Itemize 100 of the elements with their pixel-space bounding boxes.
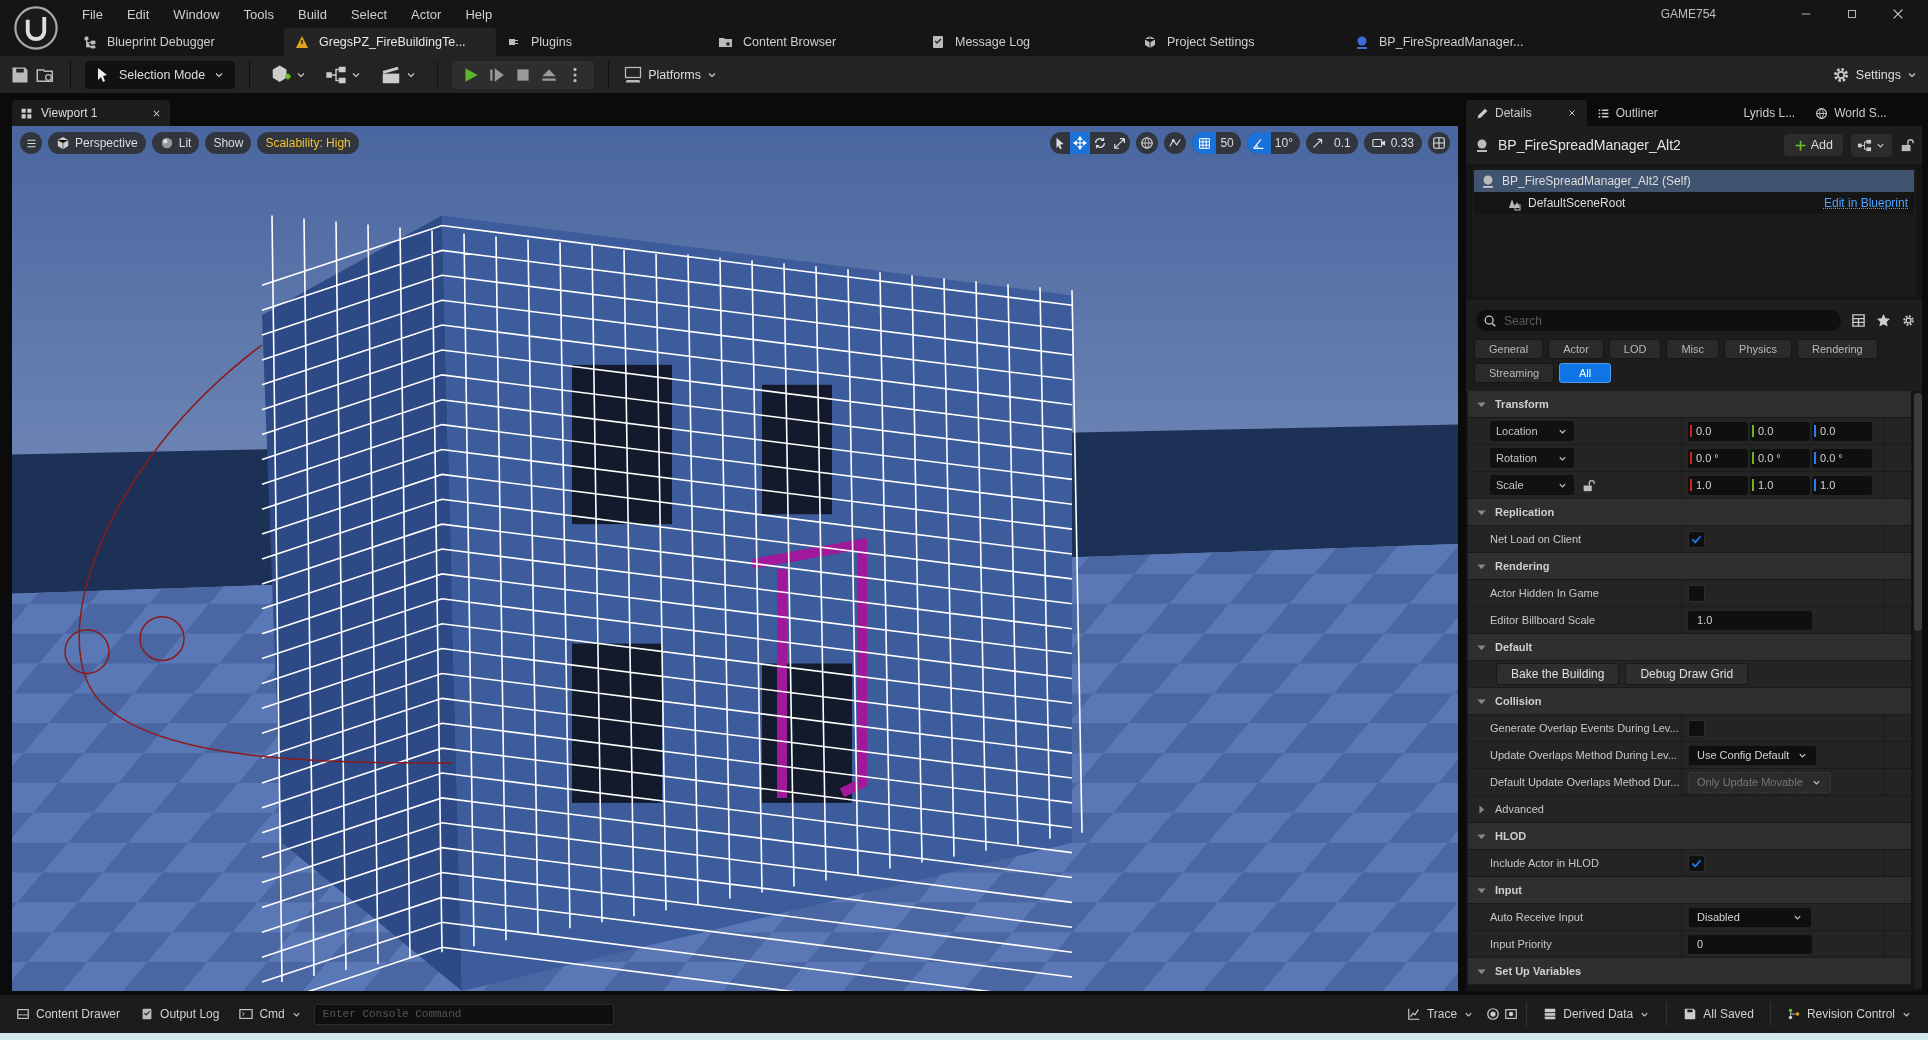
viewport-tab[interactable]: Viewport 1 [12, 100, 170, 126]
menu-item[interactable]: Help [455, 2, 503, 26]
terminal-icon [239, 1007, 254, 1021]
add-button[interactable]: Add [1783, 134, 1843, 156]
view-mode-button[interactable]: Perspective [48, 132, 146, 154]
number-field[interactable]: 0.0 ° [1750, 448, 1810, 468]
logo[interactable] [14, 6, 58, 50]
section-header[interactable]: Set Up Variables [1468, 958, 1911, 985]
number-field[interactable]: 0.0 [1812, 421, 1872, 441]
document-tab[interactable]: Blueprint Debugger [72, 28, 284, 56]
save-status-button[interactable]: All Saved [1675, 1007, 1762, 1021]
property-label: Actor Hidden In Game [1490, 587, 1599, 599]
scrollbar[interactable] [1914, 393, 1922, 989]
number-field[interactable]: 0.0 ° [1688, 448, 1748, 468]
property-label: Input Priority [1490, 938, 1552, 950]
filter-button[interactable]: General [1474, 339, 1544, 359]
dropdown[interactable]: Use Config Default [1688, 744, 1818, 766]
number-field[interactable]: 0.0 [1688, 421, 1748, 441]
revision-control-dropdown[interactable]: Revision Control [1778, 1007, 1920, 1021]
section-header[interactable]: Default [1468, 634, 1911, 661]
node-graph-icon [1857, 137, 1872, 153]
section-header[interactable]: HLOD [1468, 823, 1911, 850]
filter-button[interactable]: LOD [1608, 339, 1662, 359]
platforms-button[interactable]: Platforms [623, 64, 718, 85]
edit-in-blueprint-link[interactable]: Edit in Blueprint [1823, 196, 1908, 210]
lit-button[interactable]: Lit [151, 132, 200, 154]
section-header[interactable]: Transform [1468, 391, 1911, 418]
transform-dropdown[interactable]: Scale [1490, 475, 1574, 495]
tree-item[interactable]: BP_FireSpreadManager_Alt2 (Self) [1474, 170, 1914, 192]
number-field[interactable]: 1.0 [1812, 475, 1872, 495]
output-log-button[interactable]: Output Log [132, 1007, 228, 1021]
action-button[interactable]: Bake the Building [1496, 663, 1620, 685]
trace-dropdown[interactable]: Trace [1399, 1007, 1483, 1021]
number-field[interactable]: 0.0 ° [1812, 448, 1872, 468]
transform-dropdown[interactable]: Location [1490, 421, 1574, 441]
document-tab[interactable]: Plugins [496, 28, 708, 56]
property-label: Default Update Overlaps Method Dur... [1490, 776, 1680, 788]
search-field[interactable]: Search [1476, 310, 1841, 331]
section-title: Default [1495, 641, 1533, 653]
checkbox[interactable] [1688, 584, 1705, 602]
grid-snap-button[interactable]: 50 [1192, 132, 1241, 154]
camera-speed-button[interactable]: 0.33 [1363, 132, 1422, 154]
section-header[interactable]: Replication [1468, 499, 1911, 526]
action-button[interactable]: Debug Draw Grid [1625, 663, 1749, 685]
menu-item[interactable]: File [72, 2, 113, 26]
checkbox[interactable] [1688, 719, 1705, 737]
rotate-icon [1093, 136, 1108, 150]
cmd-dropdown[interactable]: Cmd [231, 1007, 310, 1021]
number-field[interactable]: 1.0 [1688, 475, 1748, 495]
scalability-button[interactable]: Scalability: High [257, 132, 359, 154]
tree-item[interactable]: DefaultSceneRoot Edit in Blueprint [1474, 192, 1914, 214]
number-field[interactable]: 0 [1688, 934, 1812, 954]
filter-button[interactable]: Misc [1666, 339, 1720, 359]
document-tab[interactable]: Project Settings [1132, 28, 1344, 56]
menu-item[interactable]: Build [287, 2, 337, 26]
close-icon[interactable] [1891, 7, 1905, 21]
section-header[interactable]: Rendering [1468, 553, 1911, 580]
document-tab[interactable]: Content Browser [708, 28, 920, 56]
number-field[interactable]: 0.0 [1750, 421, 1810, 441]
document-tab[interactable]: GregsPZ_FireBuildingTe... [284, 28, 496, 56]
menu-item[interactable]: Edit [116, 2, 160, 26]
derived-data-dropdown[interactable]: Derived Data [1535, 1007, 1659, 1021]
section-header[interactable]: Input [1468, 877, 1911, 904]
show-button[interactable]: Show [205, 132, 252, 154]
checkbox[interactable] [1688, 530, 1705, 548]
menu-item[interactable]: Tools [233, 2, 284, 26]
restore-icon[interactable] [1845, 7, 1859, 21]
filter-button[interactable]: All [1559, 363, 1612, 383]
checkbox[interactable] [1688, 854, 1705, 872]
menu-item[interactable]: Select [340, 2, 398, 26]
console-input[interactable]: Enter Console Command [313, 1003, 614, 1025]
advanced-group[interactable]: Advanced [1468, 796, 1911, 823]
transform-dropdown[interactable]: Rotation [1490, 448, 1574, 468]
panel-tab[interactable]: Lyrids L... [1703, 100, 1806, 126]
number-field[interactable]: 1.0 [1750, 475, 1810, 495]
document-tab[interactable]: BP_FireSpreadManager... [1344, 28, 1556, 56]
move-tool-button[interactable] [1070, 132, 1091, 154]
menu-item[interactable]: Actor [401, 2, 452, 26]
dropdown[interactable]: Disabled [1688, 906, 1812, 928]
filter-button[interactable]: Actor [1548, 339, 1604, 359]
content-drawer-button[interactable]: Content Drawer [8, 1007, 129, 1021]
menu-item[interactable]: Window [163, 2, 230, 26]
settings-button[interactable]: Settings [1830, 64, 1918, 85]
number-field[interactable]: 1.0 [1688, 610, 1812, 630]
angle-snap-button[interactable]: 10° [1246, 132, 1300, 154]
document-tab[interactable]: Message Log [920, 28, 1132, 56]
panel-tab[interactable]: Outliner [1586, 100, 1704, 126]
unlock-icon[interactable] [1582, 478, 1595, 492]
save-icon [1683, 1007, 1698, 1021]
camera-icon [1371, 136, 1386, 150]
selection-mode-button[interactable]: Selection Mode [85, 60, 236, 89]
filter-button[interactable]: Rendering [1796, 339, 1878, 359]
panel-tab[interactable]: World S... [1805, 100, 1922, 126]
filter-button[interactable]: Streaming [1474, 363, 1555, 383]
section-header[interactable]: Collision [1468, 688, 1911, 715]
panel-tab[interactable]: Details [1466, 100, 1587, 126]
scale-snap-button[interactable]: 0.1 [1305, 132, 1358, 154]
warning-icon [294, 34, 310, 50]
hierarchy-button[interactable] [1851, 133, 1892, 157]
filter-button[interactable]: Physics [1724, 339, 1792, 359]
